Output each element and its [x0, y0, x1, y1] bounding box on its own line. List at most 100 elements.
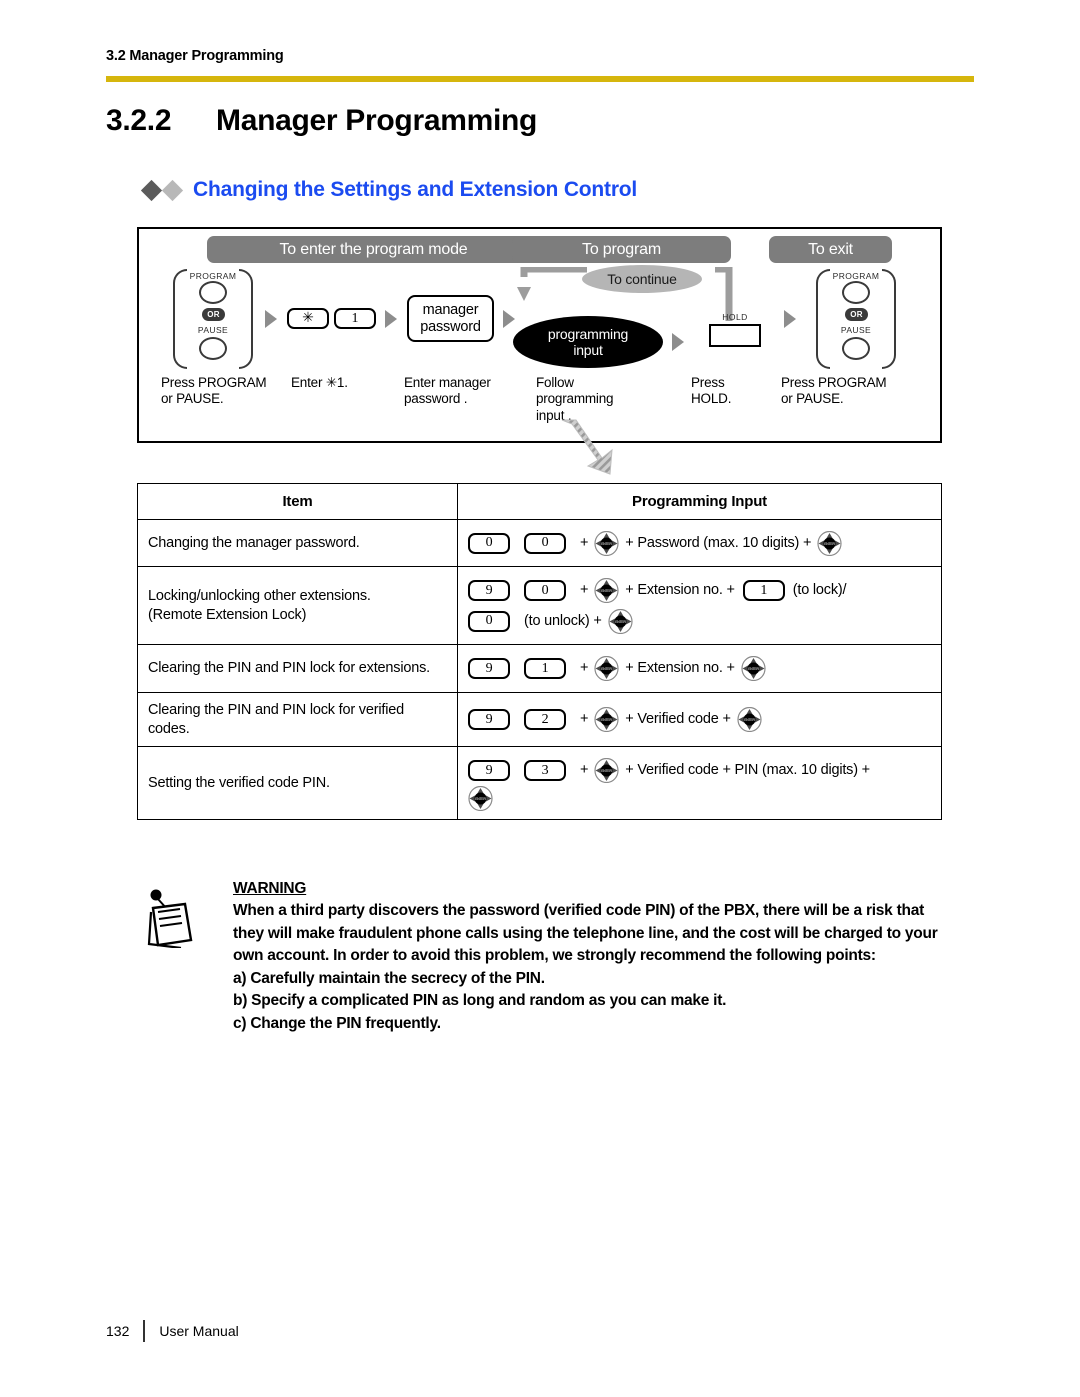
navigator-enter-icon: ENTER — [594, 530, 619, 556]
diamond-dark-icon — [140, 179, 163, 201]
plus-sign: + — [580, 660, 589, 677]
navigator-enter-icon: ENTER — [607, 608, 633, 634]
keycap-unlock: 0 — [468, 610, 510, 632]
document-title: User Manual — [159, 1323, 239, 1339]
plus-sign: + — [580, 711, 589, 728]
col-header-programming-input: Programming Input — [457, 483, 942, 520]
navigator-enter-icon: ENTER — [817, 530, 842, 556]
warning-point-a: a) Carefully maintain the secrecy of the… — [233, 969, 545, 987]
keygroup-program-or-pause-right: PROGRAM OR PAUSE — [816, 269, 896, 369]
caption-enter-manager-password: Enter manager password . — [404, 375, 491, 407]
keycap: 3 — [524, 760, 566, 782]
running-header: 3.2 Manager Programming — [106, 48, 284, 64]
sequence-text: + Extension no. + — [625, 582, 735, 599]
svg-text:ENTER: ENTER — [825, 542, 836, 546]
arrow-triangle-icon-1 — [265, 310, 277, 328]
keycap: 0 — [524, 580, 566, 602]
or-badge-2: OR — [845, 308, 868, 321]
keycap: 9 — [468, 658, 510, 680]
brace-right-icon — [239, 269, 253, 369]
warning-text: WARNING When a third party discovers the… — [233, 878, 945, 1035]
table-row: Changing the manager password. 0 0 + ENT… — [137, 518, 942, 568]
svg-text:ENTER: ENTER — [744, 718, 755, 722]
row-item-3: Clearing the PIN and PIN lock for verifi… — [137, 691, 458, 748]
section-title-text: Manager Programming — [216, 104, 538, 137]
navigator-enter-icon: ENTER — [594, 655, 619, 682]
table-row: Setting the verified code PIN. 9 3 + ENT… — [137, 746, 942, 820]
keycap-lock: 1 — [742, 580, 785, 602]
note-pencil-icon — [147, 889, 193, 948]
hatched-pointer-arrow-icon — [561, 419, 613, 475]
keycap: 2 — [524, 709, 566, 731]
row-input-0: 0 0 + ENTER + Password (max. 10 digits) … — [457, 518, 942, 568]
svg-text:ENTER: ENTER — [615, 620, 626, 624]
flow-diagram: To enter the program mode To program To … — [137, 227, 942, 443]
diamond-light-icon — [161, 179, 184, 201]
keycap: 9 — [468, 760, 510, 782]
page-footer: 132 User Manual — [106, 1320, 239, 1342]
navigator-enter-icon: ENTER — [741, 655, 766, 682]
pause-key-label: PAUSE — [197, 325, 229, 335]
to-continue-ellipse: To continue — [582, 265, 702, 293]
programming-input-line2: input — [573, 342, 603, 358]
program-key-icon-2 — [842, 281, 870, 304]
pause-key-label-2: PAUSE — [840, 325, 872, 335]
row-input-3: 9 2 + ENTER + Verified code + ENTER — [457, 691, 942, 748]
footer-divider — [143, 1320, 146, 1342]
warning-paragraph: When a third party discovers the passwor… — [233, 902, 938, 965]
key-star: ✳ — [287, 308, 329, 329]
programming-input-ellipse: programming input — [513, 316, 663, 368]
sequence-text: (to unlock) + — [524, 612, 602, 629]
program-key-icon — [199, 281, 227, 304]
caption-enter-star-one: Enter ✳1. — [291, 375, 348, 390]
svg-text:ENTER: ENTER — [602, 718, 613, 722]
svg-text:ENTER: ENTER — [475, 797, 486, 801]
brace-right-icon-2 — [882, 269, 896, 369]
col-header-item: Item — [137, 483, 458, 520]
program-key-label-2: PROGRAM — [832, 271, 880, 281]
arrow-triangle-icon-2 — [385, 310, 397, 328]
plus-sign: + — [580, 582, 589, 599]
row-item-4: Setting the verified code PIN. — [137, 746, 458, 820]
brace-left-icon-2 — [816, 269, 830, 369]
table-row: Locking/unlocking other extensions. (Rem… — [137, 566, 942, 646]
row-item-0: Changing the manager password. — [137, 518, 458, 568]
page-number: 132 — [106, 1323, 130, 1339]
arrow-triangle-icon-5 — [784, 310, 796, 328]
row-input-4: 9 3 + ENTER + Verified code + PIN (max. … — [457, 746, 942, 820]
plus-sign: + — [580, 535, 589, 551]
table-row: Clearing the PIN and PIN lock for verifi… — [137, 691, 942, 748]
caption-press-hold: Press HOLD. — [691, 375, 732, 407]
keygroup-program-or-pause-left: PROGRAM OR PAUSE — [173, 269, 253, 369]
keycap: 1 — [524, 658, 566, 680]
page-title: 3.2.2 Manager Programming — [106, 104, 537, 138]
subheading-text: Changing the Settings and Extension Cont… — [193, 178, 638, 201]
keycap: 9 — [468, 580, 510, 602]
table-header-row: Item Programming Input — [137, 483, 942, 520]
row-item-1: Locking/unlocking other extensions. (Rem… — [137, 566, 458, 646]
warning-title: WARNING — [233, 880, 307, 897]
brace-left-icon — [173, 269, 187, 369]
key-one: 1 — [334, 308, 376, 329]
arrow-triangle-icon-4 — [672, 333, 684, 351]
navigator-enter-icon: ENTER — [594, 758, 619, 784]
keycap: 0 — [468, 532, 510, 554]
pause-key-icon — [199, 337, 227, 360]
phase-label-to-program: To program — [512, 236, 731, 263]
table-row: Clearing the PIN and PIN lock for extens… — [137, 644, 942, 693]
manager-password-box: manager password — [407, 295, 494, 342]
svg-text:ENTER: ENTER — [602, 667, 613, 671]
or-badge: OR — [202, 308, 225, 321]
warning-point-c: c) Change the PIN frequently. — [233, 1014, 441, 1032]
sequence-text: + Verified code + — [625, 711, 731, 728]
svg-text:ENTER: ENTER — [748, 667, 759, 671]
caption-press-program: Press PROGRAM or PAUSE. — [161, 375, 267, 407]
svg-text:ENTER: ENTER — [602, 769, 613, 773]
arrow-triangle-icon-3 — [503, 310, 515, 328]
subheading: Changing the Settings and Extension Cont… — [140, 178, 638, 202]
row-input-1: 9 0 + ENTER + Extension no. + 1 (to lock… — [457, 566, 942, 646]
hold-key-icon — [709, 324, 761, 347]
caption-follow-programming-input: Follow programming input . — [536, 375, 614, 423]
header-rule — [106, 76, 974, 82]
sequence-text: + Extension no. + — [625, 660, 735, 677]
